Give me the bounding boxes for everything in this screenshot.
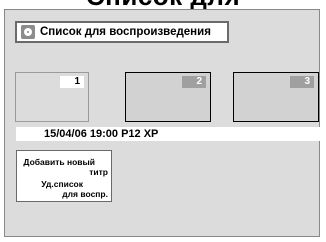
menu-item-label: Добавить новый [23,157,95,167]
playlist-thumbnail-3[interactable]: 3 [233,72,319,122]
playlist-screen: Список для воспроизведения 1 2 3 15/04/0… [4,9,320,237]
thumbnail-number: 2 [182,76,206,88]
disc-icon [21,25,35,39]
menu-item-add-title[interactable]: Добавить новый титр [17,157,111,177]
thumbnail-number: 1 [60,76,84,88]
playlist-menu: Добавить новый титр Уд.список для воспр. [16,150,112,202]
playlist-thumbnail-1[interactable]: 1 [15,72,89,122]
playlist-thumbnail-2[interactable]: 2 [125,72,211,122]
menu-item-label: Уд.список [41,179,83,189]
title-info-text: 15/04/06 19:00 P12 XP [44,128,159,140]
menu-item-delete-playlist[interactable]: Уд.список для воспр. [17,179,111,199]
menu-item-label: титр [89,167,108,177]
page-title-text: Список для воспроизведения [0,0,326,9]
menu-item-label: для воспр. [62,189,108,199]
header-bar: Список для воспроизведения [15,21,229,43]
thumbnail-number: 3 [290,76,314,88]
header-title: Список для воспроизведения [40,26,211,38]
title-info-bar: 15/04/06 19:00 P12 XP [16,127,320,141]
page-title: Список для воспроизведения [0,0,326,9]
